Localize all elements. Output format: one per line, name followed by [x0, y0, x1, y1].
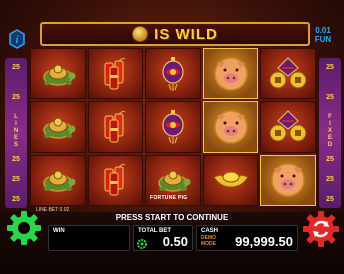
lantern-icon	[162, 109, 184, 144]
cash-panel: CASH DEMO MODE 99,999.50	[196, 225, 298, 251]
spin-button-icon[interactable]	[302, 210, 340, 248]
right-lines-strip: 25 25 FIXED 25 25 25	[319, 58, 341, 208]
turtle-icon	[43, 170, 76, 193]
line-number: 25	[12, 156, 20, 163]
line-number: 25	[12, 94, 20, 101]
pig-icon	[213, 56, 248, 91]
win-caption: FORTUNE PIG	[150, 195, 188, 201]
coins-symbol	[260, 101, 316, 153]
lantern-symbol	[145, 101, 201, 153]
reel-1	[30, 48, 86, 206]
wild-banner: IS WILD	[40, 22, 310, 46]
status-message: PRESS START TO CONTINUE	[115, 213, 229, 222]
pig-symbol	[202, 48, 259, 100]
line-number: 25	[326, 196, 334, 203]
lines-label: LINES	[13, 114, 19, 148]
turtle-icon	[158, 170, 191, 193]
reel-3	[145, 48, 201, 206]
turtle-icon	[43, 64, 76, 86]
win-label: WIN	[53, 228, 65, 234]
denomination-button[interactable]: 0.01 FUN	[306, 26, 340, 44]
game-stage: i IS WILD 0.01 FUN 25 25 LINES 25 25 25 …	[0, 0, 344, 274]
firecracker-icon	[104, 110, 126, 143]
line-number: 25	[326, 64, 334, 71]
turtle-symbol	[30, 154, 86, 206]
bet-settings-icon[interactable]	[136, 238, 148, 250]
coins-icon	[269, 56, 307, 89]
turtle-icon	[43, 117, 76, 139]
demo-mode-label: DEMO MODE	[201, 235, 216, 247]
ingot-icon	[212, 171, 249, 188]
reels-grid	[30, 48, 316, 206]
pig-icon	[213, 110, 248, 144]
firecracker-icon	[104, 57, 126, 90]
line-number: 25	[12, 196, 20, 203]
pig-symbol	[260, 154, 316, 206]
total-bet-value: 0.50	[162, 234, 188, 249]
line-number: 25	[12, 176, 20, 183]
left-lines-strip: 25 25 LINES 25 25 25	[5, 58, 27, 208]
turtle-symbol	[30, 48, 86, 100]
settings-gear-icon[interactable]	[6, 210, 42, 246]
denomination-value: 0.01	[315, 26, 331, 35]
cash-label: CASH	[201, 228, 219, 234]
firecracker-symbol	[87, 48, 144, 100]
lantern-symbol	[145, 48, 201, 100]
coin-icon	[132, 26, 149, 42]
currency-label: FUN	[314, 35, 332, 44]
firecracker-icon	[104, 164, 126, 196]
pig-symbol	[202, 101, 259, 153]
reel-5	[260, 48, 316, 206]
ingot-symbol	[202, 154, 259, 206]
line-number: 25	[326, 156, 334, 163]
firecracker-symbol	[87, 154, 144, 206]
cash-value: 99,999.50	[235, 234, 293, 249]
turtle-symbol	[30, 101, 86, 153]
reel-2	[87, 48, 144, 206]
line-number: 25	[326, 176, 334, 183]
fixed-label: FIXED	[327, 114, 333, 148]
info-icon[interactable]: i	[8, 28, 26, 50]
line-number: 25	[326, 94, 334, 101]
pig-icon	[271, 163, 305, 198]
lantern-icon	[162, 56, 184, 91]
reel-4	[202, 48, 259, 206]
coins-symbol	[260, 48, 316, 100]
coins-icon	[269, 110, 307, 142]
banner-title: IS WILD	[154, 25, 218, 43]
line-number: 25	[12, 64, 20, 71]
svg-text:i: i	[16, 35, 19, 46]
firecracker-symbol	[87, 101, 144, 153]
win-panel: WIN	[48, 225, 130, 251]
